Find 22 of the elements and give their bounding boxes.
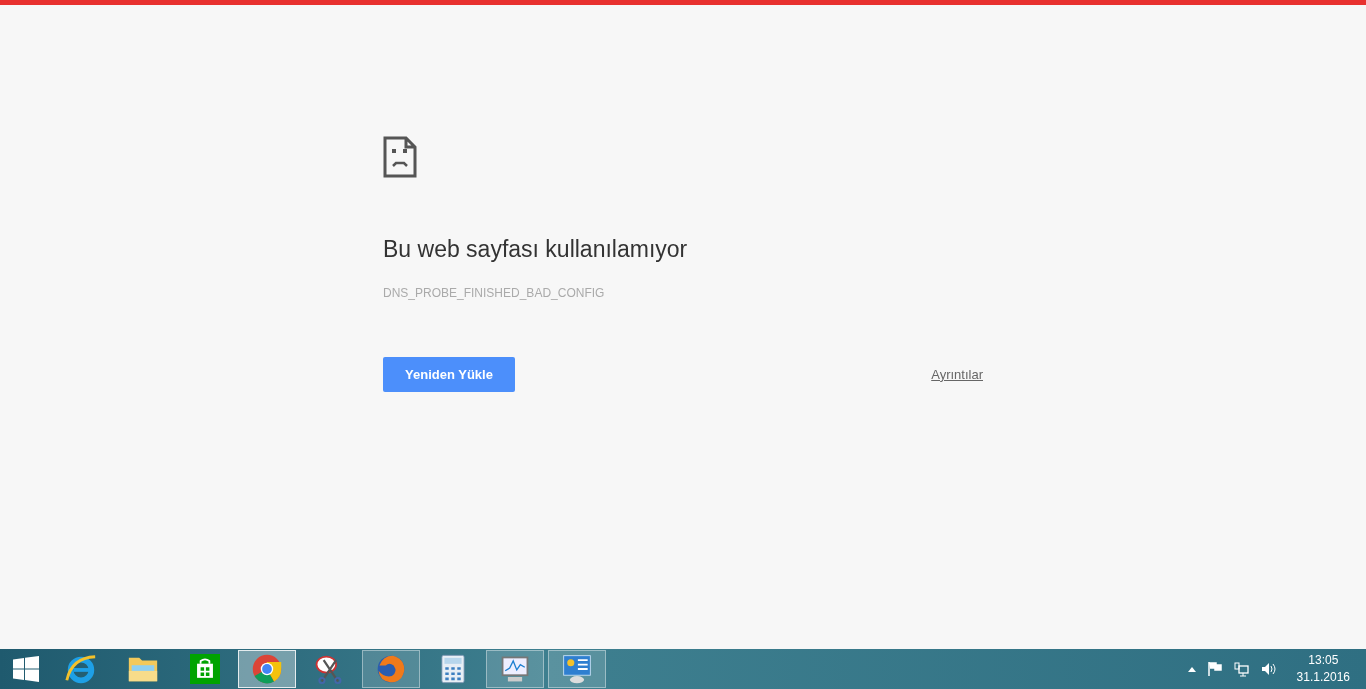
reload-button[interactable]: Yeniden Yükle xyxy=(383,357,515,392)
windows-start-icon[interactable] xyxy=(13,656,39,682)
clock-time[interactable]: 13:05 xyxy=(1308,652,1339,669)
calculator-icon xyxy=(441,654,465,684)
speaker-icon[interactable] xyxy=(1260,662,1277,676)
control-panel-icon xyxy=(561,653,593,685)
ie-e-icon xyxy=(64,652,98,686)
error-code: DNS_PROBE_FINISHED_BAD_CONFIG xyxy=(383,285,606,302)
chrome-circle-icon xyxy=(251,653,283,685)
details-link[interactable]: Ayrıntılar xyxy=(931,364,983,385)
taskbar-button[interactable] xyxy=(486,650,544,688)
clock-date[interactable]: 31.1.2016 xyxy=(1296,669,1350,686)
taskbar-button[interactable] xyxy=(362,650,420,688)
flag-icon[interactable] xyxy=(1207,662,1222,676)
taskbar-button[interactable] xyxy=(548,650,606,688)
sad-page-icon xyxy=(383,136,417,178)
fox-globe-icon xyxy=(375,653,407,685)
error-heading: Bu web sayfası kullanılamıyor xyxy=(383,235,689,264)
caret-up-icon[interactable] xyxy=(1187,666,1196,672)
network-icon[interactable] xyxy=(1233,661,1249,677)
shopping-bag-icon xyxy=(190,654,220,684)
taskbar-button[interactable] xyxy=(238,650,296,688)
